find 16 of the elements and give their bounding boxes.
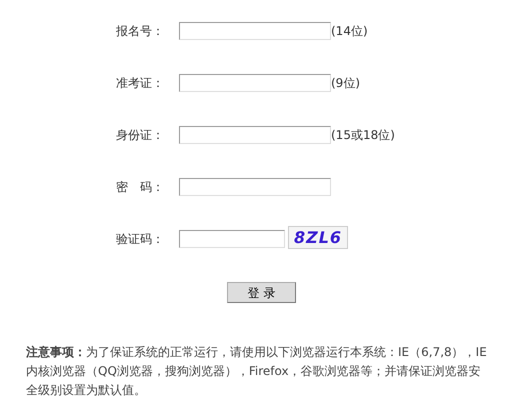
input-field[interactable] (179, 126, 331, 144)
field-hint: (9位) (331, 75, 360, 92)
input-field[interactable] (179, 230, 285, 248)
field-hint: (15或18位) (331, 127, 395, 144)
input-field[interactable] (179, 178, 331, 196)
field-label: 准考证： (116, 75, 165, 92)
field-label: 验证码： (116, 231, 165, 248)
captcha-image[interactable]: 8ZL6 (288, 226, 348, 249)
input-field[interactable] (179, 74, 331, 92)
field-label: 密 码： (116, 179, 165, 196)
login-button[interactable]: 登 录 (227, 282, 296, 303)
field-hint: (14位) (331, 23, 368, 40)
field-label: 身份证： (116, 127, 165, 144)
field-label: 报名号： (116, 23, 165, 40)
notice-text: 注意事项：为了保证系统的正常运行，请使用以下浏览器运行本系统：IE（6,7,8），IE内核浏览器（QQ浏览器，搜狗浏览器），Firefox，谷歌浏览器等；并请保证浏览器安全级别设置为默认值。 (26, 344, 488, 399)
input-field[interactable] (179, 22, 331, 40)
